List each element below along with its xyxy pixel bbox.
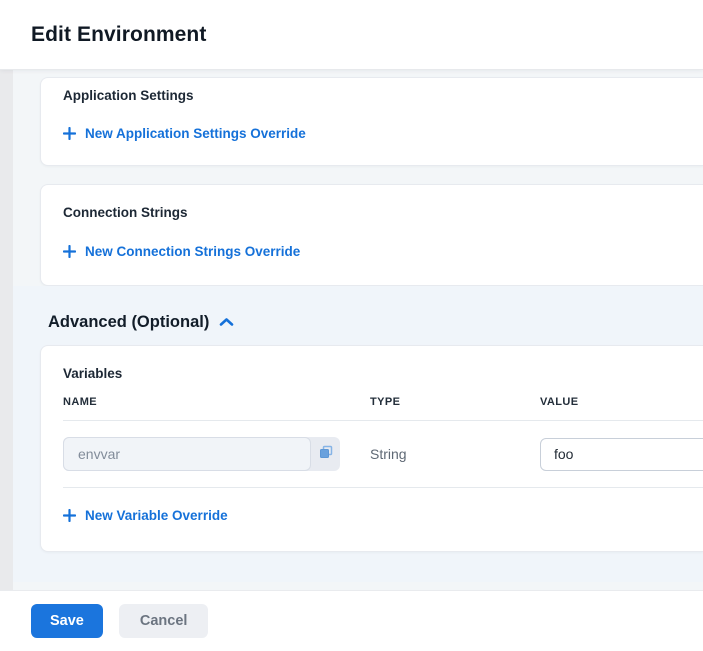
new-application-settings-override-label: New Application Settings Override	[85, 126, 306, 141]
application-settings-title: Application Settings	[63, 88, 681, 103]
new-connection-strings-override-label: New Connection Strings Override	[85, 244, 300, 259]
page-title: Edit Environment	[31, 23, 206, 47]
new-variable-override-link[interactable]: New Variable Override	[63, 508, 228, 523]
new-connection-strings-override-link[interactable]: New Connection Strings Override	[63, 244, 300, 259]
advanced-section: Advanced (Optional) Variables NAME TYPE …	[0, 286, 703, 582]
plus-icon	[63, 509, 76, 522]
variable-value-cell	[540, 438, 703, 471]
save-button[interactable]: Save	[31, 604, 103, 638]
variables-title: Variables	[41, 366, 703, 381]
variable-name-input[interactable]	[64, 446, 310, 462]
advanced-toggle[interactable]: Advanced (Optional)	[40, 286, 234, 345]
advanced-title: Advanced (Optional)	[48, 313, 209, 332]
variable-type-text: String	[370, 446, 540, 462]
variable-row: String	[41, 421, 703, 487]
table-divider	[63, 487, 703, 488]
variable-name-control	[63, 437, 340, 471]
variables-table-header: NAME TYPE VALUE	[41, 396, 703, 408]
column-header-value: VALUE	[540, 396, 703, 408]
new-application-settings-override-link[interactable]: New Application Settings Override	[63, 126, 306, 141]
form-body: Application Settings New Application Set…	[0, 70, 703, 590]
variable-name-cell	[63, 437, 370, 471]
page-header: Edit Environment	[0, 0, 703, 70]
column-header-name: NAME	[63, 396, 370, 408]
application-settings-card: Application Settings New Application Set…	[40, 77, 703, 166]
connection-strings-title: Connection Strings	[63, 205, 681, 220]
copy-icon	[319, 445, 333, 464]
cancel-button[interactable]: Cancel	[119, 604, 209, 638]
footer-action-bar: Save Cancel	[0, 590, 703, 651]
plus-icon	[63, 245, 76, 258]
copy-button[interactable]	[311, 437, 340, 471]
variable-name-field-box	[63, 437, 311, 471]
connection-strings-card: Connection Strings New Connection String…	[40, 184, 703, 286]
upper-sections: Application Settings New Application Set…	[0, 77, 703, 286]
variable-value-input[interactable]	[540, 438, 703, 471]
new-variable-override-label: New Variable Override	[85, 508, 228, 523]
page-left-gutter	[0, 70, 13, 590]
variables-card: Variables NAME TYPE VALUE	[40, 345, 703, 552]
chevron-up-icon	[219, 314, 234, 332]
plus-icon	[63, 127, 76, 140]
column-header-type: TYPE	[370, 396, 540, 408]
